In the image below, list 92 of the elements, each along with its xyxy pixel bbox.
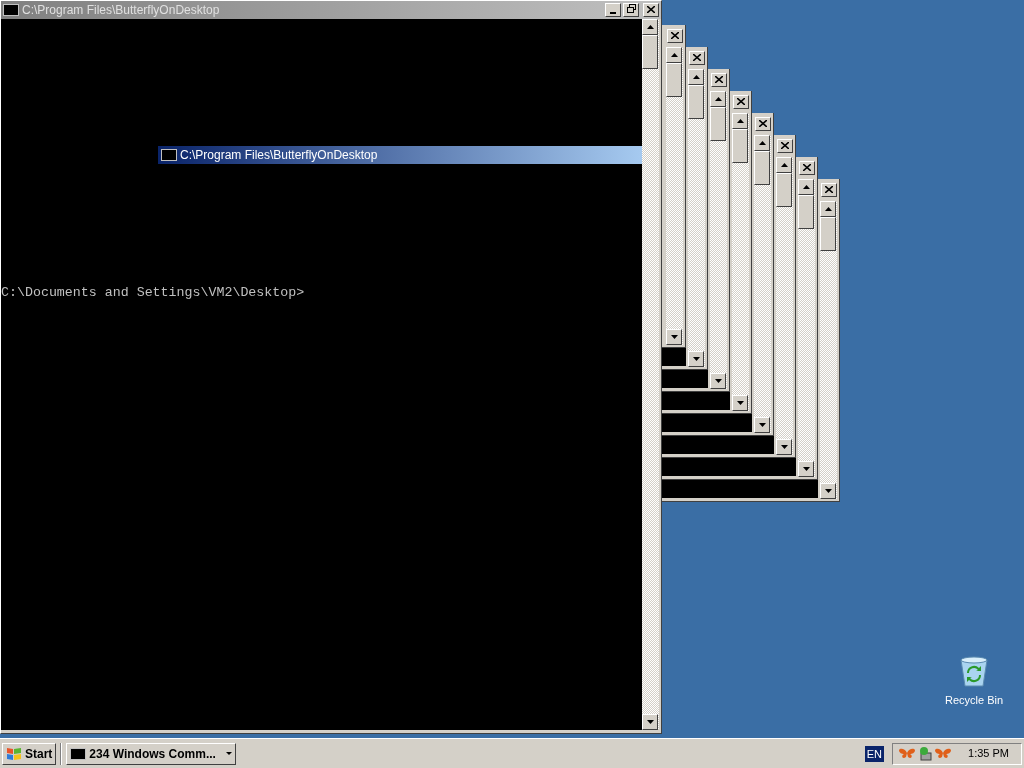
scroll-thumb[interactable] (754, 151, 770, 185)
scroll-down-button[interactable] (820, 483, 836, 499)
close-icon (647, 6, 655, 13)
close-icon (737, 98, 745, 105)
up-arrow-icon (736, 119, 744, 123)
scroll-down-button[interactable] (798, 461, 814, 477)
close-icon (671, 32, 679, 39)
restore-button[interactable] (623, 3, 639, 17)
close-button[interactable] (711, 73, 727, 87)
network-icon[interactable] (918, 745, 933, 762)
close-icon (759, 120, 767, 127)
up-arrow-icon (780, 163, 788, 167)
close-button[interactable] (733, 95, 749, 109)
close-button[interactable] (689, 51, 705, 65)
up-arrow-icon (802, 185, 810, 189)
window-title: C:\Program Files\ButterflyOnDesktop (22, 2, 221, 19)
scroll-up-button[interactable] (732, 113, 748, 129)
scroll-thumb[interactable] (710, 107, 726, 141)
close-button[interactable] (777, 139, 793, 153)
recycle-bin-icon[interactable] (959, 656, 989, 688)
close-button[interactable] (643, 3, 659, 17)
scrollbar[interactable] (732, 113, 749, 411)
scrollbar[interactable] (642, 19, 659, 730)
up-arrow-icon (714, 97, 722, 101)
close-button[interactable] (821, 183, 837, 197)
caret-icon (226, 752, 233, 755)
windows-logo-icon (6, 746, 22, 761)
down-arrow-icon (824, 489, 832, 493)
scrollbar[interactable] (776, 157, 793, 455)
scrollbar[interactable] (820, 201, 837, 499)
scroll-up-button[interactable] (820, 201, 836, 217)
scroll-down-button[interactable] (776, 439, 792, 455)
language-indicator[interactable]: EN (864, 745, 885, 762)
scroll-thumb[interactable] (776, 173, 792, 207)
scroll-down-button[interactable] (732, 395, 748, 411)
close-icon (803, 164, 811, 171)
scroll-down-button[interactable] (688, 351, 704, 367)
down-arrow-icon (780, 445, 788, 449)
floating-title-bar[interactable]: C:\Program Files\ButterflyOnDesktop (158, 146, 642, 164)
clock: 1:35 PM (968, 746, 1009, 762)
scroll-up-button[interactable] (776, 157, 792, 173)
close-button[interactable] (667, 29, 683, 43)
taskbar-button[interactable]: 234 Windows Comm... (66, 742, 237, 765)
down-arrow-icon (758, 423, 766, 427)
console-icon (3, 4, 19, 16)
down-arrow-icon (692, 357, 700, 361)
scrollbar[interactable] (688, 69, 705, 367)
scroll-down-button[interactable] (754, 417, 770, 433)
scroll-up-button[interactable] (666, 47, 682, 63)
console-icon (70, 747, 87, 760)
scrollbar[interactable] (754, 135, 771, 433)
scroll-thumb[interactable] (688, 85, 704, 119)
scroll-up-button[interactable] (710, 91, 726, 107)
scroll-thumb[interactable] (820, 217, 836, 251)
scroll-down-button[interactable] (666, 329, 682, 345)
up-arrow-icon (646, 25, 654, 29)
down-arrow-icon (670, 335, 678, 339)
scroll-thumb[interactable] (732, 129, 748, 163)
scrollbar[interactable] (710, 91, 727, 389)
scroll-up-button[interactable] (754, 135, 770, 151)
minimize-button[interactable] (605, 3, 621, 17)
scroll-up-button[interactable] (642, 19, 658, 35)
icon-label: Recycle Bin (944, 693, 1004, 708)
scroll-down-button[interactable] (710, 373, 726, 389)
close-button[interactable] (799, 161, 815, 175)
minimize-icon (609, 12, 617, 14)
scroll-thumb[interactable] (642, 35, 658, 69)
close-icon (825, 186, 833, 193)
scroll-down-button[interactable] (642, 714, 658, 730)
close-icon (715, 76, 723, 83)
scroll-thumb[interactable] (798, 195, 814, 229)
close-button[interactable] (755, 117, 771, 131)
up-arrow-icon (692, 75, 700, 79)
restore-icon (626, 4, 636, 13)
up-arrow-icon (824, 207, 832, 211)
scroll-thumb[interactable] (666, 63, 682, 97)
console-icon (161, 149, 177, 161)
down-arrow-icon (802, 467, 810, 471)
scrollbar[interactable] (666, 47, 683, 345)
scroll-up-button[interactable] (688, 69, 704, 85)
up-arrow-icon (758, 141, 766, 145)
down-arrow-icon (736, 401, 744, 405)
down-arrow-icon (714, 379, 722, 383)
close-icon (781, 142, 789, 149)
console-line: C:\Documents and Settings\VM2\Desktop> (1, 285, 306, 301)
scroll-up-button[interactable] (798, 179, 814, 195)
scrollbar[interactable] (798, 179, 815, 477)
close-icon (693, 54, 701, 61)
window-title: C:\Program Files\ButterflyOnDesktop (180, 147, 378, 164)
up-arrow-icon (670, 53, 678, 57)
down-arrow-icon (646, 720, 654, 724)
start-button[interactable]: Start (2, 742, 57, 765)
